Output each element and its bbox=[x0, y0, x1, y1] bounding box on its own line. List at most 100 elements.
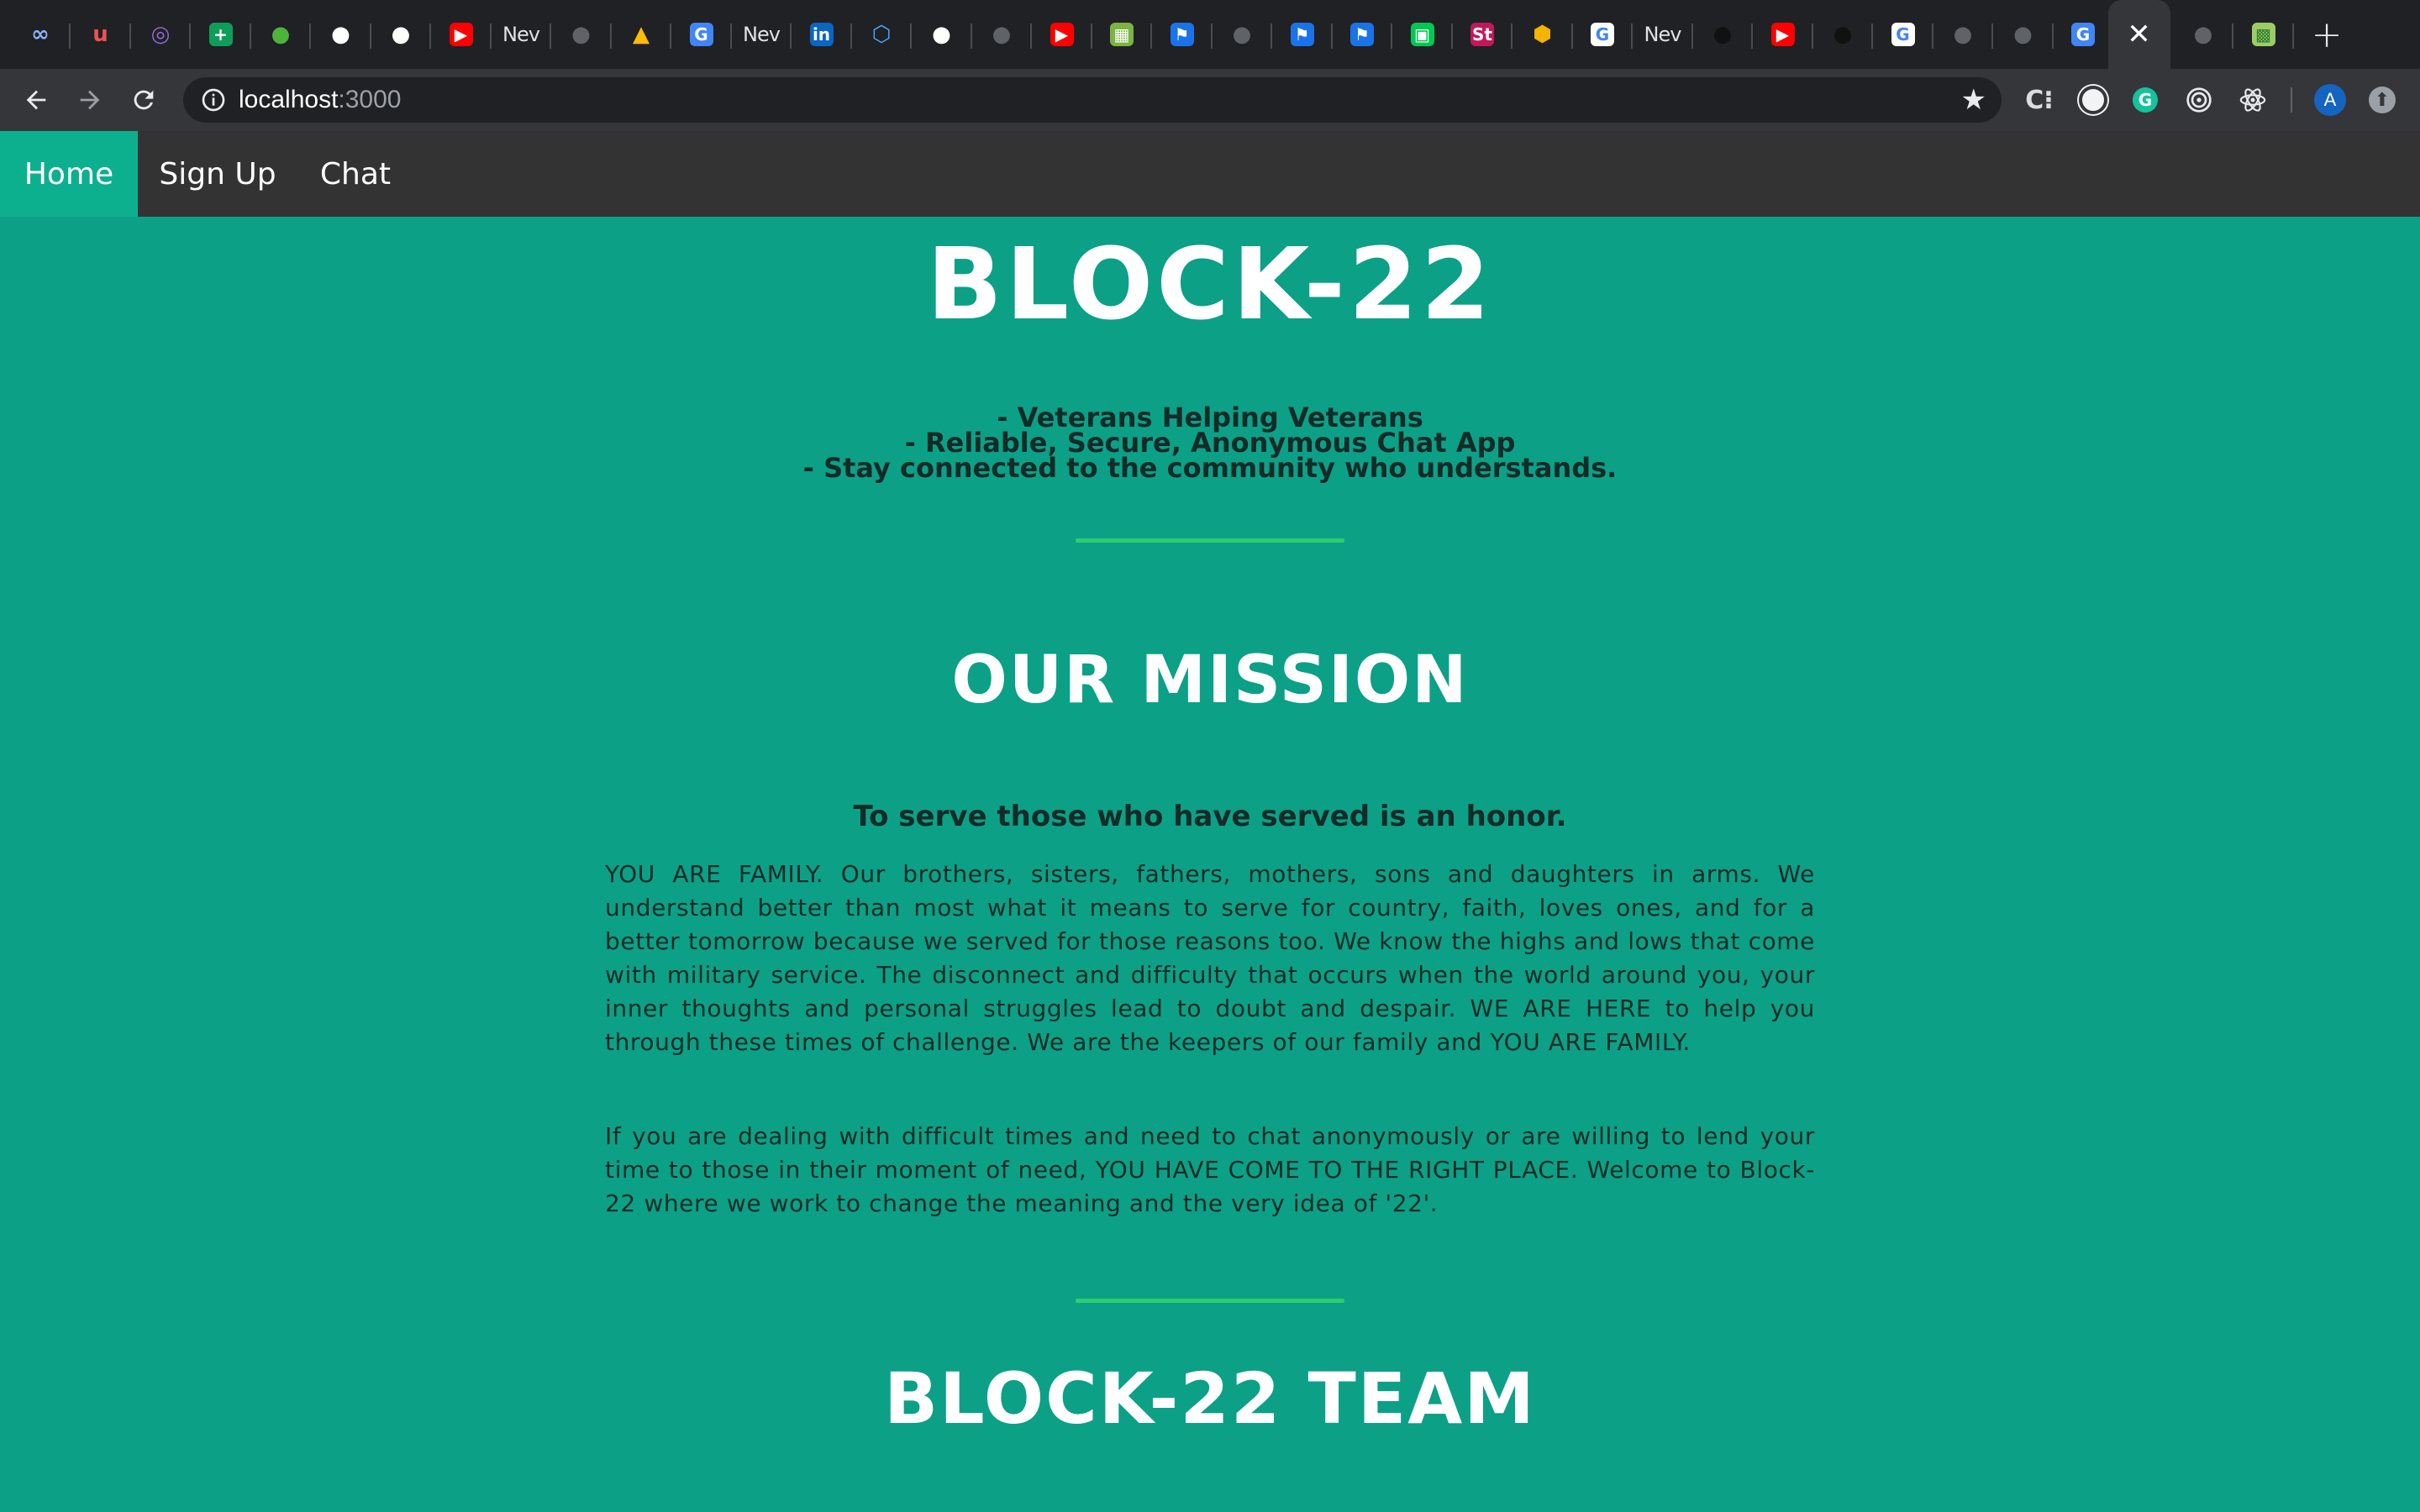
browser-tab[interactable]: G bbox=[2053, 0, 2113, 69]
browser-tab[interactable]: ◎ bbox=[130, 0, 191, 69]
nav-link-home[interactable]: Home bbox=[0, 131, 138, 217]
update-icon[interactable]: ⬆ bbox=[2363, 81, 2402, 119]
browser-tab[interactable]: ● bbox=[1812, 0, 1873, 69]
info-icon[interactable] bbox=[200, 87, 227, 113]
browser-tab[interactable]: Nev bbox=[491, 0, 551, 69]
target-icon[interactable] bbox=[2180, 81, 2218, 119]
browser-tab[interactable]: ⬡ bbox=[851, 0, 912, 69]
browser-tab[interactable]: ▶ bbox=[1032, 0, 1092, 69]
browser-tab[interactable]: G bbox=[1873, 0, 1933, 69]
ring-icon: ◎ bbox=[150, 22, 171, 47]
browser-tab[interactable]: ● bbox=[371, 0, 431, 69]
browser-tab[interactable]: ⬢ bbox=[1512, 0, 1573, 69]
youtube-icon: ▶ bbox=[1050, 23, 1074, 46]
browser-tab[interactable]: ▲ bbox=[611, 0, 671, 69]
new-tab-text: Nev bbox=[502, 23, 540, 46]
tagline-3: - Stay connected to the community who un… bbox=[802, 452, 1618, 484]
mongodb-leaf-icon: ● bbox=[271, 22, 291, 47]
udemy-icon: u bbox=[92, 22, 108, 47]
google-icon: G bbox=[1891, 23, 1915, 46]
browser-tab[interactable]: ● bbox=[1993, 0, 2054, 69]
browser-tab[interactable]: u bbox=[71, 0, 131, 69]
browser-tab[interactable]: ● bbox=[2173, 0, 2233, 69]
browser-tab[interactable]: ⚑ bbox=[1272, 0, 1333, 69]
app-icon: ▣ bbox=[1410, 23, 1434, 46]
browser-tab[interactable]: ● bbox=[971, 0, 1032, 69]
browser-tab[interactable]: ● bbox=[1692, 0, 1753, 69]
forward-button[interactable] bbox=[71, 81, 109, 119]
nav-link-chat[interactable]: Chat bbox=[297, 131, 413, 217]
browser-tab-strip: ∞ u ◎ + ● ● ● ▶ Nev ● ▲ G Nev in ⬡ ● ● ▶ ▦ ⚑ ● ⚑ ⚑ ▣ St ⬢ G Nev ● ▶ ● G… bbox=[0, 0, 2420, 69]
browser-tab[interactable]: ▦ bbox=[1092, 0, 1152, 69]
site-navbar: Home Sign Up Chat bbox=[0, 131, 2420, 217]
codepen-icon: ⬢ bbox=[1533, 22, 1552, 47]
browser-tab[interactable]: ▶ bbox=[431, 0, 492, 69]
browser-tab[interactable]: ● bbox=[311, 0, 371, 69]
plus-icon: + bbox=[2311, 13, 2343, 56]
mission-paragraph-1: YOU ARE FAMILY. Our brothers, sisters, f… bbox=[605, 860, 1815, 1056]
infinity-icon: ∞ bbox=[31, 22, 50, 47]
browser-tab[interactable]: G bbox=[671, 0, 732, 69]
address-bar[interactable]: localhost:3000 ★ bbox=[183, 77, 2002, 123]
browser-tab[interactable]: G bbox=[1572, 0, 1633, 69]
section-divider bbox=[1076, 538, 1344, 543]
url-port: :3000 bbox=[338, 86, 402, 113]
browser-tab[interactable]: in bbox=[792, 0, 852, 69]
browser-tab[interactable]: ▣ bbox=[1392, 0, 1453, 69]
page-title: BLOCK-22 bbox=[926, 226, 1494, 342]
browser-tab[interactable]: ● bbox=[1933, 0, 1993, 69]
st-icon: St bbox=[1470, 23, 1494, 46]
linkedin-icon: in bbox=[809, 23, 834, 46]
browser-tab[interactable]: ● bbox=[551, 0, 612, 69]
browser-tab[interactable]: ∞ bbox=[10, 0, 71, 69]
globe-icon: ● bbox=[571, 22, 591, 47]
grammarly-icon[interactable]: G bbox=[2126, 81, 2165, 119]
url-text[interactable]: localhost:3000 bbox=[239, 84, 401, 116]
browser-tab[interactable]: ● bbox=[912, 0, 972, 69]
arrow-left-icon bbox=[26, 90, 46, 110]
github-icon: ● bbox=[391, 22, 411, 47]
browser-tab[interactable]: ● bbox=[1212, 0, 1272, 69]
globe-icon: ● bbox=[2013, 22, 2033, 47]
sheets-plus-icon: + bbox=[208, 23, 233, 46]
hexagon-icon: ⬡ bbox=[871, 22, 892, 47]
github-icon: ● bbox=[1833, 22, 1853, 47]
browser-tab[interactable]: ▶ bbox=[1753, 0, 1813, 69]
team-heading: BLOCK-22 TEAM bbox=[884, 1357, 1536, 1440]
globe-icon: ● bbox=[992, 22, 1012, 47]
react-devtools-icon[interactable] bbox=[2233, 81, 2272, 119]
profile-initial: A bbox=[2314, 84, 2346, 116]
browser-tab-active[interactable]: ✕ bbox=[2107, 0, 2170, 69]
globe-icon: ● bbox=[1232, 22, 1252, 47]
browser-tab[interactable]: ⚑ bbox=[1332, 0, 1392, 69]
browser-tab[interactable]: + bbox=[191, 0, 251, 69]
browser-tab[interactable]: St bbox=[1452, 0, 1512, 69]
mission-lead: To serve those who have served is an hon… bbox=[853, 800, 1567, 833]
globe-icon: ● bbox=[1953, 22, 1973, 47]
browser-tab[interactable]: ● bbox=[250, 0, 311, 69]
browser-tab[interactable]: ▩ bbox=[2233, 0, 2294, 69]
extension-circle-icon[interactable] bbox=[2074, 81, 2112, 119]
extension-ci-icon[interactable]: C⁝ bbox=[2020, 81, 2059, 119]
browser-toolbar: localhost:3000 ★ C⁝ G A ⬆ bbox=[0, 69, 2420, 131]
back-button[interactable] bbox=[17, 81, 55, 119]
profile-avatar[interactable]: A bbox=[2311, 81, 2349, 119]
toolbar-divider bbox=[2291, 87, 2292, 113]
mission-paragraph-2: If you are dealing with difficult times … bbox=[605, 1122, 1815, 1217]
nav-link-sign-up[interactable]: Sign Up bbox=[138, 131, 297, 217]
bookmark-star-icon[interactable]: ★ bbox=[1961, 86, 1986, 114]
close-tab-icon[interactable]: ✕ bbox=[2127, 20, 2151, 49]
flag-icon: ⚑ bbox=[1170, 23, 1194, 46]
new-tab-button[interactable]: + bbox=[2296, 0, 2357, 69]
github-icon: ● bbox=[1712, 22, 1733, 47]
browser-tab[interactable]: Nev bbox=[1633, 0, 1693, 69]
browser-tab[interactable]: ⚑ bbox=[1152, 0, 1213, 69]
url-host: localhost bbox=[239, 86, 339, 113]
new-tab-text: Nev bbox=[1644, 23, 1682, 46]
browser-tab[interactable]: Nev bbox=[731, 0, 792, 69]
map-icon: ▩ bbox=[2251, 23, 2275, 46]
reload-button[interactable] bbox=[124, 81, 163, 119]
github-icon: ● bbox=[932, 22, 951, 47]
google-translate-icon: G bbox=[689, 23, 713, 46]
mission-heading: OUR MISSION bbox=[951, 643, 1469, 718]
